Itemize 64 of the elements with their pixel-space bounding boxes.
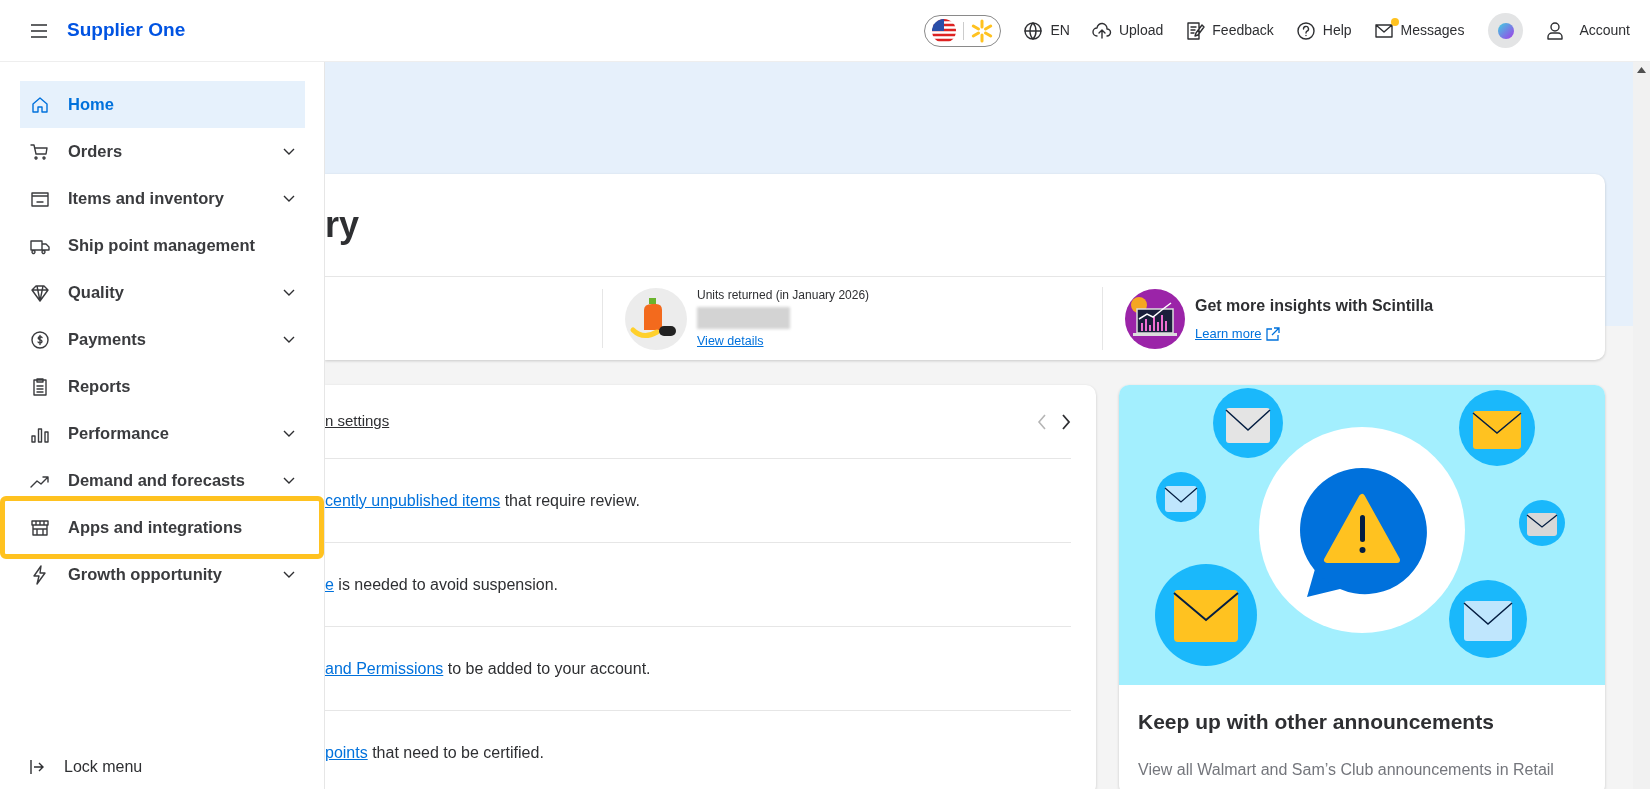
help-button[interactable]: Help: [1295, 20, 1352, 41]
scrollbar[interactable]: [1633, 62, 1650, 789]
home-icon: [30, 94, 50, 115]
cart-icon: [30, 141, 50, 162]
products-drawing: [625, 287, 687, 350]
avatar-icon: [1497, 22, 1514, 39]
laptop-chart-drawing: [1125, 288, 1185, 349]
person-icon: [1545, 20, 1566, 41]
insights-title: Get more insights with Scintilla: [1195, 295, 1434, 316]
region-button[interactable]: [924, 14, 1002, 47]
avatar-button[interactable]: [1488, 13, 1524, 48]
lock-menu-button[interactable]: Lock menu: [0, 755, 324, 789]
chevron-down-icon: [283, 476, 295, 485]
sidebar-item[interactable]: Payments: [20, 316, 305, 363]
stat-label: Units returned (in January 2026): [697, 287, 870, 305]
chevron-down-icon: [283, 335, 295, 344]
sidebar-item[interactable]: Growth opportunity: [20, 551, 305, 598]
notification-link[interactable]: points: [325, 743, 368, 761]
settings-link[interactable]: n settings: [325, 410, 390, 433]
spark-icon: [970, 18, 995, 43]
upload-button[interactable]: Upload: [1091, 20, 1164, 41]
notification-link[interactable]: and Permissions: [325, 659, 444, 677]
flag-icon: [931, 17, 958, 44]
account-button[interactable]: Account: [1545, 20, 1630, 41]
sidebar-item[interactable]: Quality: [20, 269, 305, 316]
scroll-up-arrow-icon[interactable]: [1637, 67, 1646, 73]
notification-link[interactable]: cently unpublished items: [325, 491, 501, 509]
sidebar-item[interactable]: Ship point management: [20, 222, 305, 269]
diamond-icon: [30, 282, 50, 303]
messages-button[interactable]: Messages: [1373, 20, 1465, 41]
feedback-button[interactable]: Feedback: [1185, 20, 1274, 41]
learn-more-link[interactable]: Learn more: [1195, 323, 1434, 344]
clipboard-icon: [30, 376, 50, 397]
sidebar-item[interactable]: Orders: [20, 128, 305, 175]
sidebar-item[interactable]: Home: [20, 81, 305, 128]
notification-text: e is needed to avoid suspension.: [325, 574, 559, 595]
sidebar-item[interactable]: Items and inventory: [20, 175, 305, 222]
sidebar-item[interactable]: Reports: [20, 363, 305, 410]
cloud-upload-icon: [1091, 20, 1112, 41]
announcement-title: Keep up with other announcements: [1138, 709, 1495, 735]
chevron-down-icon: [283, 570, 295, 579]
dollar-icon: [30, 329, 50, 350]
language-button[interactable]: EN: [1023, 20, 1070, 41]
chevron-down-icon: [283, 147, 295, 156]
card-title: ry: [325, 174, 1605, 277]
app-logo[interactable]: Supplier One: [67, 16, 186, 45]
sidebar-item[interactable]: Demand and forecasts: [20, 457, 305, 504]
view-details-link[interactable]: View details: [697, 332, 870, 351]
external-link-icon: [1266, 326, 1281, 341]
help-icon: [1295, 20, 1316, 41]
globe-icon: [1023, 20, 1044, 41]
chevron-down-icon: [283, 194, 295, 203]
feedback-icon: [1185, 20, 1206, 41]
notification-text: points that need to be certified.: [325, 742, 544, 763]
store-icon: [30, 517, 50, 538]
chevron-down-icon: [283, 429, 295, 438]
collapse-arrow-icon: [30, 759, 44, 775]
chevron-down-icon: [283, 288, 295, 297]
sidebar-item[interactable]: Performance: [20, 410, 305, 457]
sidebar-item[interactable]: Apps and integrations: [20, 504, 305, 551]
announcement-text: View all Walmart and Sam’s Club announcements in Retail: [1138, 760, 1555, 781]
notification-link[interactable]: e: [325, 575, 334, 593]
notification-text: cently unpublished items that require review.: [325, 490, 640, 511]
notification-text: and Permissions to be added to your account.: [325, 658, 651, 679]
